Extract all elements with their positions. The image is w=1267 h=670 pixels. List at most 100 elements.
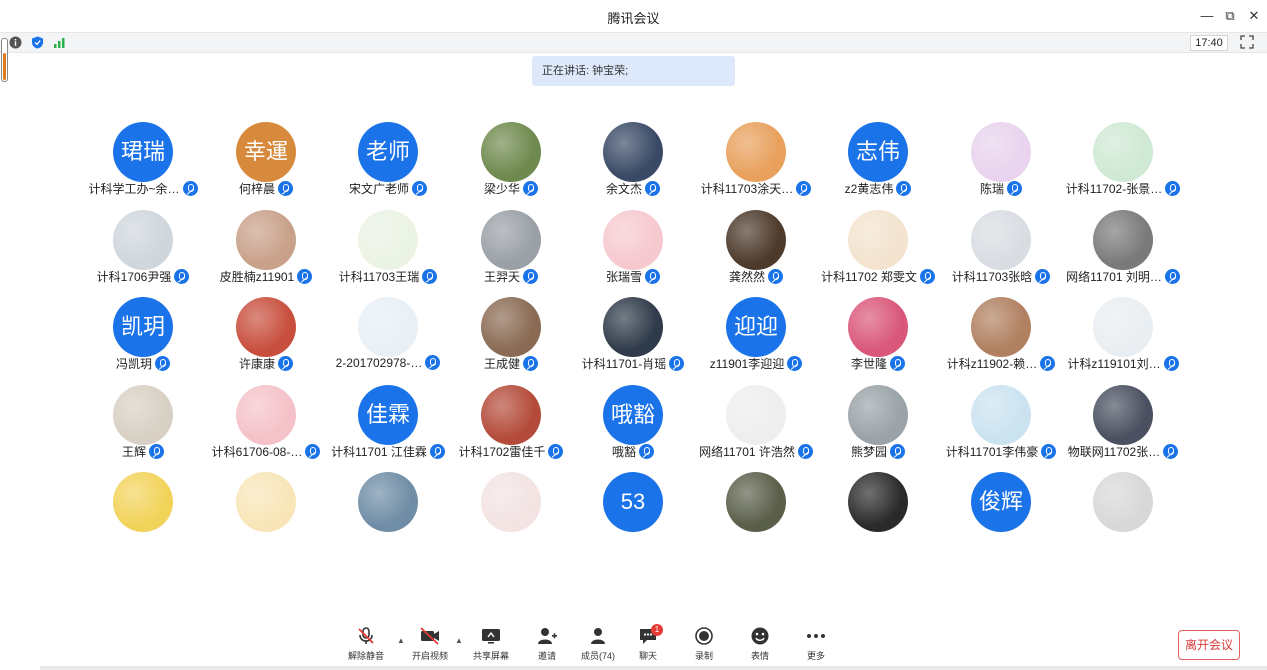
participant-avatar xyxy=(726,122,786,182)
participant-tile[interactable]: 计科61706-08-… xyxy=(205,383,327,465)
volume-level-fill xyxy=(3,53,6,80)
participant-tile[interactable]: 珺瑞 计科学工办~余… xyxy=(82,120,204,202)
participant-tile[interactable]: 计科11703张晗 xyxy=(940,208,1062,290)
participant-tile[interactable]: 计科1706尹强 xyxy=(82,208,204,290)
participant-tile[interactable]: 佳霖 计科11701 江佳霖 xyxy=(327,383,449,465)
bottom-scroll-track[interactable] xyxy=(40,666,1267,670)
participant-tile[interactable]: 余文杰 xyxy=(572,120,694,202)
unmute-label: 解除静音 xyxy=(347,651,384,661)
participant-tile[interactable]: 2-201702978-… xyxy=(327,295,449,377)
share-screen-button[interactable]: 共享屏幕 xyxy=(465,626,517,666)
video-off-icon xyxy=(420,627,439,645)
participant-tile[interactable]: 皮胜楠z11901 xyxy=(205,208,327,290)
participant-tile[interactable]: 计科11701-肖瑶 xyxy=(572,295,694,377)
participant-tile[interactable]: 计科1702雷佳千 xyxy=(450,383,572,465)
participant-tile[interactable]: 计科11703涂天… xyxy=(695,120,817,202)
participant-name-line: 计科11702 郑雯文 xyxy=(811,268,945,286)
participant-tile[interactable]: 老师 宋文广老师 xyxy=(327,120,449,202)
chat-button[interactable]: 1 聊天 xyxy=(622,624,674,666)
mic-muted-icon xyxy=(1165,181,1181,196)
participant-tile[interactable]: 王辉 xyxy=(82,383,204,465)
participant-avatar xyxy=(113,472,173,532)
participant-name: 王辉 xyxy=(121,445,146,459)
participant-tile[interactable]: 龚然然 xyxy=(695,208,817,290)
participant-tile[interactable]: 李世隆 xyxy=(817,295,939,377)
participant-tile[interactable] xyxy=(327,470,449,552)
participant-tile[interactable]: 凯玥 冯凯玥 xyxy=(82,295,204,377)
restore-button[interactable]: ⧉ xyxy=(1220,6,1240,26)
fullscreen-icon[interactable] xyxy=(1240,35,1254,49)
participant-tile[interactable]: 迎迎 z11901李迎迎 xyxy=(695,295,817,377)
participant-tile[interactable] xyxy=(450,470,572,552)
participant-tile[interactable]: 计科z119101刘… xyxy=(1062,295,1184,377)
participant-tile[interactable] xyxy=(1062,470,1184,552)
participant-name: 网络11701 许浩然 xyxy=(699,445,795,459)
participant-tile[interactable] xyxy=(817,470,939,552)
participant-name-line: 王羿天 xyxy=(444,268,578,286)
participant-name: 计科11703涂天… xyxy=(700,182,794,196)
participant-tile[interactable]: 53 xyxy=(572,470,694,552)
participant-name: 李世隆 xyxy=(850,357,887,371)
participant-tile[interactable]: 计科11703王瑞 xyxy=(327,208,449,290)
participant-avatar xyxy=(971,385,1031,445)
participant-avatar xyxy=(971,210,1031,270)
record-button[interactable]: 录制 xyxy=(678,626,730,666)
participant-avatar xyxy=(236,472,296,532)
participant-name-line: 许康康 xyxy=(199,355,333,373)
info-icon[interactable] xyxy=(9,36,22,49)
participant-tile[interactable]: 陈瑞 xyxy=(940,120,1062,202)
minimize-button[interactable]: — xyxy=(1197,6,1217,26)
participant-name-line: 计科学工办~余… xyxy=(76,180,210,198)
participant-name-line: 计科11703王瑞 xyxy=(321,268,455,286)
participant-tile[interactable]: 计科z11902-赖… xyxy=(940,295,1062,377)
video-options-caret[interactable]: ▲ xyxy=(454,636,464,646)
participant-tile[interactable] xyxy=(82,470,204,552)
more-button[interactable]: 更多 xyxy=(790,626,842,666)
more-label: 更多 xyxy=(806,651,825,661)
mic-muted-icon xyxy=(1163,356,1179,371)
participant-tile[interactable] xyxy=(695,470,817,552)
mic-muted-icon xyxy=(787,356,803,371)
participant-tile[interactable]: 熊梦园 xyxy=(817,383,939,465)
unmute-button[interactable]: 解除静音 xyxy=(340,626,392,666)
signal-icon[interactable] xyxy=(53,36,66,49)
participant-name-line: 李世隆 xyxy=(811,355,945,373)
mic-muted-icon xyxy=(1035,269,1051,284)
start-video-button[interactable]: 开启视频 xyxy=(404,626,456,666)
mic-muted-icon xyxy=(155,356,170,371)
participant-tile[interactable]: 王羿天 xyxy=(450,208,572,290)
participant-tile[interactable]: 网络11701 刘明… xyxy=(1062,208,1184,290)
participant-name: 王羿天 xyxy=(483,270,520,284)
members-button[interactable]: 成员(74) xyxy=(572,626,624,666)
participant-tile[interactable]: 许康康 xyxy=(205,295,327,377)
participant-name-line: 王辉 xyxy=(76,443,210,461)
emoji-button[interactable]: 表情 xyxy=(734,626,786,666)
close-button[interactable]: ✕ xyxy=(1244,6,1264,26)
participant-name: 陈瑞 xyxy=(979,182,1004,196)
participant-avatar: 53 xyxy=(603,472,663,532)
participant-tile[interactable]: 梁少华 xyxy=(450,120,572,202)
participant-tile[interactable]: 物联网11702张… xyxy=(1062,383,1184,465)
participant-tile[interactable]: 网络11701 许浩然 xyxy=(695,383,817,465)
participant-name: 计科学工办~余… xyxy=(88,182,180,196)
participant-tile[interactable] xyxy=(205,470,327,552)
participant-tile[interactable]: 王成健 xyxy=(450,295,572,377)
mic-muted-icon xyxy=(182,181,198,196)
participant-tile[interactable]: 幸運 何梓晨 xyxy=(205,120,327,202)
invite-button[interactable]: 邀请 xyxy=(521,626,573,666)
participant-tile[interactable]: 哦豁 哦豁 xyxy=(572,383,694,465)
participant-name-line: 网络11701 许浩然 xyxy=(689,443,823,461)
participant-tile[interactable]: 志伟 z2黄志伟 xyxy=(817,120,939,202)
participant-tile[interactable]: 计科11702 郑雯文 xyxy=(817,208,939,290)
participant-avatar xyxy=(603,297,663,357)
participant-tile[interactable]: 张瑞雪 xyxy=(572,208,694,290)
participant-tile[interactable]: 计科11701李伟豪 xyxy=(940,383,1062,465)
participant-tile[interactable]: 计科11702-张景… xyxy=(1062,120,1184,202)
mic-muted-icon xyxy=(890,356,905,371)
shield-icon[interactable] xyxy=(31,36,44,49)
participant-name: 皮胜楠z11901 xyxy=(219,270,295,284)
participant-name: 计科11701 江佳霖 xyxy=(331,445,427,459)
leave-meeting-button[interactable]: 离开会议 xyxy=(1178,630,1240,660)
participant-tile[interactable]: 俊辉 xyxy=(940,470,1062,552)
start-video-label: 开启视频 xyxy=(411,651,448,661)
